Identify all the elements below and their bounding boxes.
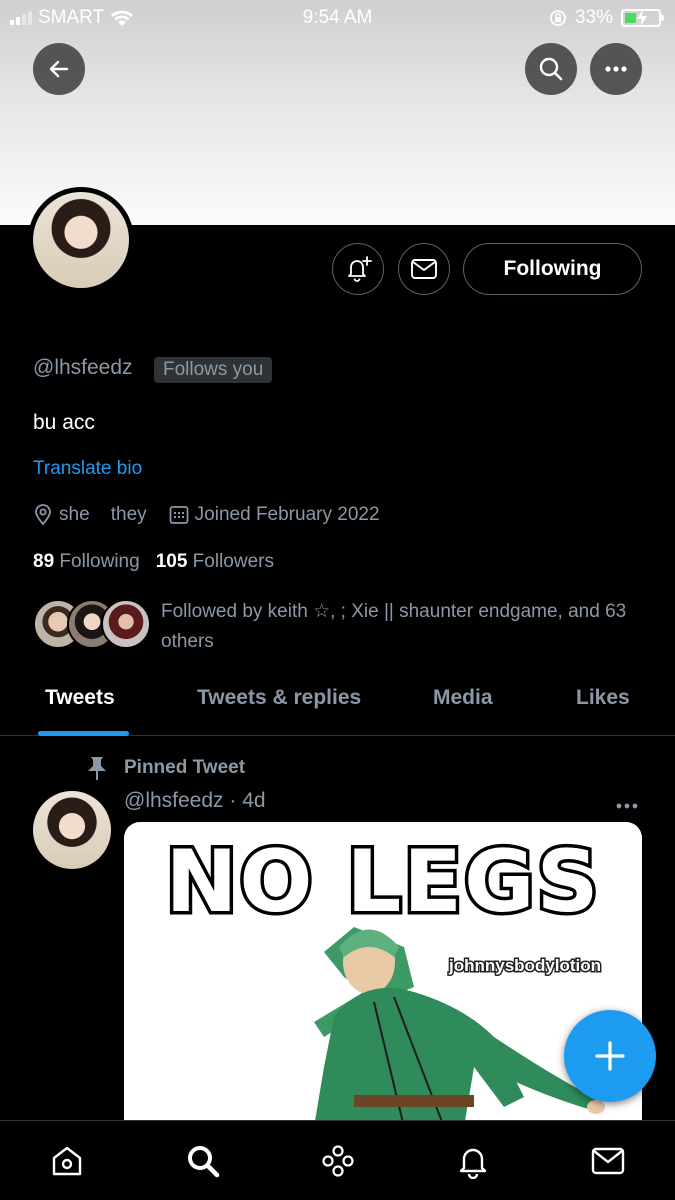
followed-by-text[interactable]: Followed by keith ☆, ; Xie || shaunter e… (161, 597, 651, 657)
translate-bio-link[interactable]: Translate bio (33, 458, 142, 480)
battery-percent: 33% (574, 7, 613, 28)
messages-icon (591, 1147, 625, 1175)
active-tab-indicator (38, 731, 129, 736)
nav-search[interactable] (183, 1141, 223, 1181)
media-watermark: johnnysbodylotion (447, 955, 602, 977)
nav-notifications[interactable] (453, 1141, 493, 1181)
notifications-toggle-button[interactable] (332, 243, 384, 295)
home-icon (52, 1146, 82, 1176)
nav-messages[interactable] (588, 1141, 628, 1181)
pinned-label: Pinned Tweet (124, 757, 246, 778)
nav-home[interactable] (47, 1141, 87, 1181)
bottom-navigation (0, 1120, 675, 1200)
message-button[interactable] (398, 243, 450, 295)
notifications-icon (459, 1148, 487, 1179)
search-icon (539, 57, 563, 81)
back-button[interactable] (33, 43, 85, 95)
tab-likes[interactable]: Likes (576, 686, 630, 710)
tweet-media-image[interactable]: NO LEGS johnnysbodylotion (124, 822, 642, 1122)
mutual-followers-avatars[interactable] (33, 599, 151, 649)
profile-stats: 89 Following 105 Followers (33, 551, 274, 573)
profile-meta: she they Joined February 2022 (33, 504, 380, 526)
status-bar: SMART 9:54 AM 33% (0, 0, 675, 36)
more-horizontal-icon (616, 803, 638, 809)
avatar (101, 599, 151, 649)
location-pin-icon (35, 504, 51, 526)
plus-icon (595, 1041, 625, 1071)
nav-spaces[interactable] (318, 1141, 358, 1181)
compose-tweet-button[interactable] (564, 1010, 656, 1102)
tweet-meta: @lhsfeedz · 4d (124, 789, 266, 812)
more-horizontal-icon (605, 66, 627, 72)
search-icon (188, 1146, 220, 1178)
pin-icon (88, 757, 106, 780)
envelope-icon (411, 259, 437, 279)
profile-location: she they (59, 504, 147, 525)
tab-media[interactable]: Media (433, 686, 493, 710)
more-button[interactable] (590, 43, 642, 95)
tweet-more-button[interactable] (615, 790, 639, 816)
tab-tweets[interactable]: Tweets (45, 686, 115, 710)
profile-tabs: Tweets Tweets & replies Media Likes (0, 672, 675, 736)
spaces-icon (322, 1145, 354, 1177)
bell-plus-icon (348, 256, 372, 282)
arrow-left-icon (49, 60, 69, 78)
profile-avatar[interactable] (28, 187, 134, 293)
tweet-avatar[interactable] (33, 791, 111, 869)
tab-tweets-replies[interactable]: Tweets & replies (197, 686, 361, 710)
profile-bio: bu acc (33, 411, 95, 434)
calendar-icon (169, 506, 189, 524)
pinned-indicator: Pinned Tweet (86, 755, 245, 781)
profile-handle: @lhsfeedz (33, 356, 133, 379)
following-button[interactable]: Following (463, 243, 642, 295)
orientation-lock-icon (550, 10, 566, 26)
follows-you-badge: Follows you (154, 357, 273, 383)
profile-joined: Joined February 2022 (194, 504, 380, 525)
followers-count-link[interactable]: 105 Followers (156, 551, 274, 573)
following-count-link[interactable]: 89 Following (33, 551, 140, 573)
media-person-figure (314, 927, 605, 1122)
search-button[interactable] (525, 43, 577, 95)
battery-icon (621, 9, 664, 27)
